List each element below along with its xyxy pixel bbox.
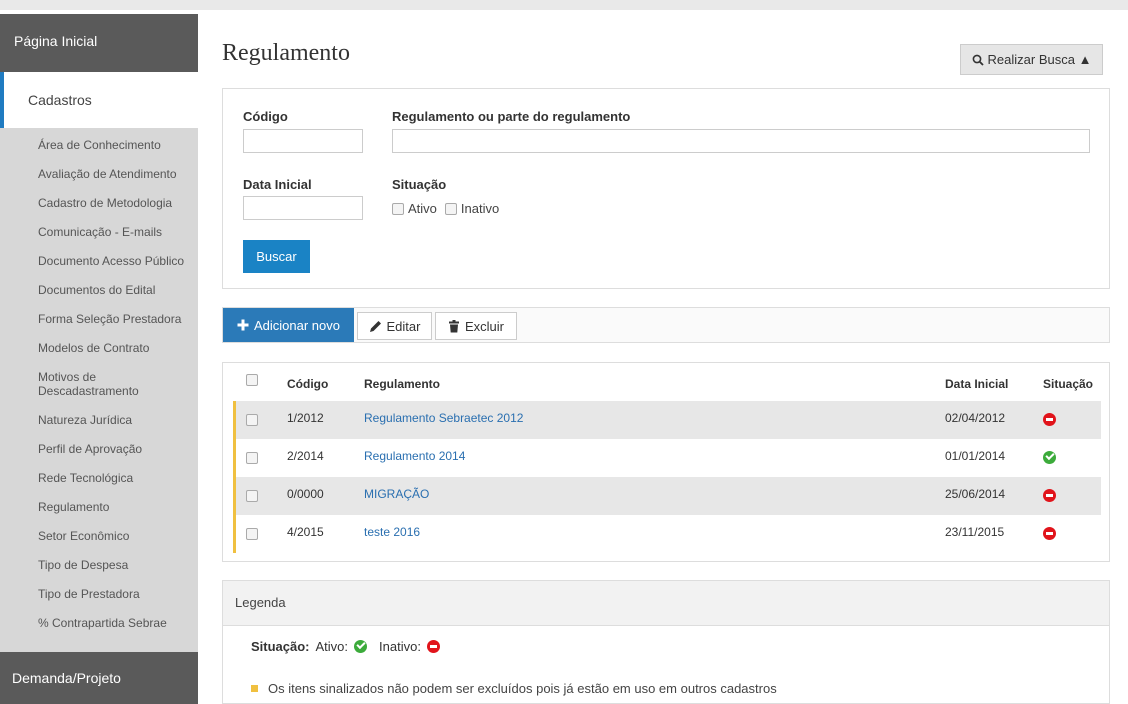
legend-title: Legenda <box>223 581 1109 626</box>
page-title: Regulamento <box>222 40 350 66</box>
sidebar-item-regulamento[interactable]: Regulamento <box>0 500 198 514</box>
search-icon <box>972 54 984 66</box>
cell-regulamento-link[interactable]: teste 2016 <box>364 525 420 539</box>
ativo-status-icon <box>354 640 368 653</box>
inativo-status-icon <box>1043 489 1056 502</box>
sidebar-item-modelos-contrato[interactable]: Modelos de Contrato <box>0 341 198 355</box>
sidebar-submenu: Área de Conhecimento Avaliação de Atendi… <box>0 128 198 630</box>
regulamento-label: Regulamento ou parte do regulamento <box>392 109 631 124</box>
header-codigo[interactable]: Código <box>287 377 328 391</box>
cell-regulamento-link[interactable]: Regulamento 2014 <box>364 449 465 463</box>
sidebar-item-natureza-juridica[interactable]: Natureza Jurídica <box>0 413 198 427</box>
excluir-button[interactable]: Excluir <box>435 312 517 340</box>
table-row[interactable]: 1/2012 Regulamento Sebraetec 2012 02/04/… <box>233 401 1101 439</box>
legend-ativo-label: Ativo: <box>315 639 349 654</box>
row-checkbox[interactable] <box>246 490 258 502</box>
ativo-checkbox[interactable] <box>392 202 404 215</box>
table-row[interactable]: 4/2015 teste 2016 23/11/2015 <box>233 515 1101 553</box>
sidebar-demanda-projeto[interactable]: Demanda/Projeto <box>0 652 198 704</box>
top-bar <box>0 0 1128 10</box>
sidebar-item-setor-economico[interactable]: Setor Econômico <box>0 529 198 543</box>
sidebar-item-comunicacao-emails[interactable]: Comunicação - E-mails <box>0 225 198 239</box>
cell-data-inicial: 23/11/2015 <box>945 525 1005 539</box>
table-row[interactable]: 2/2014 Regulamento 2014 01/01/2014 <box>233 439 1101 477</box>
trash-icon <box>448 319 459 332</box>
sidebar-item-tipo-prestadora[interactable]: Tipo de Prestadora <box>0 587 198 601</box>
legend-panel: Legenda Situação: Ativo: Inativo: Os ite… <box>222 580 1110 704</box>
legend-inativo-label: Inativo: <box>379 639 421 654</box>
cell-codigo: 0/0000 <box>287 487 324 501</box>
editar-label: Editar <box>386 318 421 334</box>
excluir-label: Excluir <box>464 318 504 334</box>
header-data-inicial[interactable]: Data Inicial <box>945 377 1008 391</box>
codigo-input[interactable] <box>243 129 363 153</box>
data-inicial-input[interactable] <box>243 196 363 220</box>
ativo-checkbox-label: Ativo <box>408 201 437 216</box>
cell-data-inicial: 02/04/2012 <box>945 411 1006 425</box>
legend-note-text: Os itens sinalizados não podem ser exclu… <box>268 681 777 696</box>
table-header: Código Regulamento Data Inicial Situação <box>233 363 1101 401</box>
cell-data-inicial: 01/01/2014 <box>945 449 1006 463</box>
sidebar-item-documento-acesso-publico[interactable]: Documento Acesso Público <box>0 254 198 268</box>
sidebar-item-contrapartida-sebrae[interactable]: % Contrapartida Sebrae <box>0 616 198 630</box>
inativo-status-icon <box>426 640 440 653</box>
legend-status-line: Situação: Ativo: Inativo: <box>251 639 440 654</box>
editar-button[interactable]: Editar <box>357 312 432 340</box>
cell-regulamento-link[interactable]: MIGRAÇÃO <box>364 487 429 501</box>
cell-codigo: 2/2014 <box>287 449 324 463</box>
sidebar-item-rede-tecnologica[interactable]: Rede Tecnológica <box>0 471 198 485</box>
situacao-label: Situação <box>392 177 447 192</box>
row-checkbox[interactable] <box>246 452 258 464</box>
inativo-status-icon <box>1043 413 1056 426</box>
inativo-checkbox[interactable] <box>444 202 457 215</box>
cell-data-inicial: 25/06/2014 <box>945 487 1006 501</box>
sidebar-item-documentos-edital[interactable]: Documentos do Edital <box>0 283 198 297</box>
realizar-busca-button[interactable]: Realizar Busca ▲ <box>960 44 1103 75</box>
regulamento-input[interactable] <box>392 129 1090 153</box>
realizar-busca-label: Realizar Busca ▲ <box>987 52 1092 67</box>
sidebar-item-avaliacao-atendimento[interactable]: Avaliação de Atendimento <box>0 167 198 181</box>
header-regulamento[interactable]: Regulamento <box>364 377 440 391</box>
regulamento-table: Código Regulamento Data Inicial Situação… <box>222 362 1110 562</box>
sidebar-item-area-conhecimento[interactable]: Área de Conhecimento <box>0 138 198 152</box>
legend-note: Os itens sinalizados não podem ser exclu… <box>251 681 777 696</box>
action-toolbar: Adicionar novo Editar Excluir <box>222 307 1110 343</box>
sidebar-item-tipo-despesa[interactable]: Tipo de Despesa <box>0 558 198 572</box>
inativo-checkbox-label: Inativo <box>460 201 500 216</box>
adicionar-novo-button[interactable]: Adicionar novo <box>223 308 354 342</box>
legend-situacao-label: Situação: <box>251 639 310 654</box>
sidebar-item-motivos-descadastramento[interactable]: Motivos de Descadastramento <box>0 370 158 398</box>
sidebar-item-cadastro-metodologia[interactable]: Cadastro de Metodologia <box>0 196 198 210</box>
sidebar: Página Inicial Cadastros Área de Conheci… <box>0 14 198 704</box>
inativo-status-icon <box>1043 527 1056 540</box>
codigo-label: Código <box>243 109 288 124</box>
situacao-options: Ativo Inativo <box>392 201 499 216</box>
plus-icon <box>237 319 249 331</box>
pencil-icon <box>369 320 381 332</box>
cell-codigo: 4/2015 <box>287 525 324 539</box>
buscar-button[interactable]: Buscar <box>243 240 310 273</box>
yellow-marker-icon <box>251 685 258 692</box>
cell-regulamento-link[interactable]: Regulamento Sebraetec 2012 <box>364 411 523 425</box>
search-filter-panel: Código Regulamento ou parte do regulamen… <box>222 88 1110 289</box>
data-inicial-label: Data Inicial <box>243 177 312 192</box>
sidebar-item-perfil-aprovacao[interactable]: Perfil de Aprovação <box>0 442 198 456</box>
select-all-checkbox[interactable] <box>246 374 258 386</box>
sidebar-item-forma-selecao[interactable]: Forma Seleção Prestadora <box>0 312 198 326</box>
header-situacao[interactable]: Situação <box>1043 377 1093 391</box>
cell-codigo: 1/2012 <box>287 411 324 425</box>
sidebar-cadastros[interactable]: Cadastros <box>0 72 198 128</box>
row-checkbox[interactable] <box>246 414 258 426</box>
adicionar-novo-label: Adicionar novo <box>254 317 340 333</box>
row-checkbox[interactable] <box>246 528 258 540</box>
table-row[interactable]: 0/0000 MIGRAÇÃO 25/06/2014 <box>233 477 1101 515</box>
sidebar-home[interactable]: Página Inicial <box>0 14 198 72</box>
ativo-status-icon <box>1043 451 1056 464</box>
